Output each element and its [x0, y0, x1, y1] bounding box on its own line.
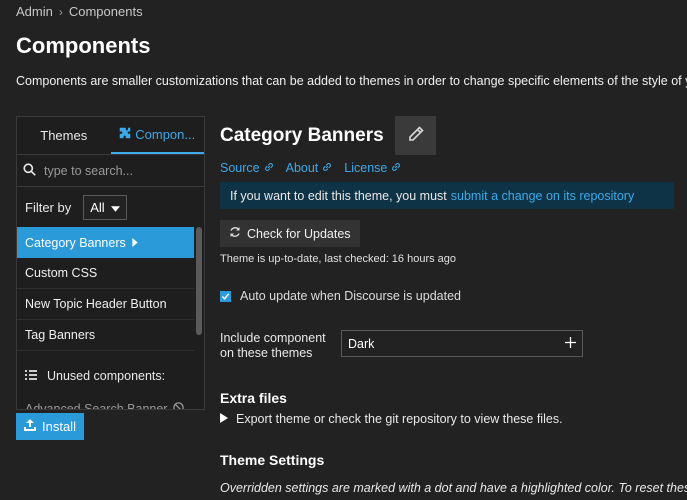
- auto-update-checkbox[interactable]: [220, 290, 231, 302]
- caret-right-icon: [132, 236, 138, 250]
- link-icon: [391, 161, 401, 175]
- filter-value: All: [90, 199, 105, 215]
- filter-row: Filter by All: [17, 187, 204, 227]
- extra-files-heading: Extra files: [220, 390, 287, 406]
- link-icon: [322, 161, 332, 175]
- list-item-label: Tag Banners: [25, 328, 96, 342]
- install-button[interactable]: Install: [16, 413, 84, 440]
- check-for-updates-button[interactable]: Check for Updates: [220, 220, 360, 247]
- search-input[interactable]: [44, 163, 194, 178]
- breadcrumb: Admin › Components: [16, 4, 143, 19]
- list-item-custom-css[interactable]: Custom CSS: [17, 258, 194, 289]
- auto-update-row: Auto update when Discourse is updated: [220, 289, 461, 303]
- source-link[interactable]: Source: [220, 161, 274, 175]
- include-themes-selector[interactable]: Dark: [341, 330, 583, 357]
- component-links: Source About License: [220, 161, 401, 175]
- include-themes-value: Dark: [348, 336, 375, 351]
- auto-update-label: Auto update when Discourse is updated: [240, 289, 461, 303]
- edit-notice-banner: If you want to edit this theme, you must…: [220, 182, 674, 209]
- license-link-label: License: [344, 161, 388, 175]
- theme-settings-description: Overridden settings are marked with a do…: [220, 481, 687, 495]
- list-item-label: Advanced Search Banner: [25, 401, 168, 410]
- list-item-new-topic-header-button[interactable]: New Topic Header Button: [17, 289, 194, 320]
- search-icon: [23, 162, 36, 179]
- ban-icon: [173, 401, 185, 409]
- breadcrumb-admin-link[interactable]: Admin: [16, 4, 53, 19]
- component-title: Category Banners: [220, 125, 384, 146]
- filter-dropdown[interactable]: All: [83, 194, 127, 220]
- source-link-label: Source: [220, 161, 260, 175]
- list-item-label: Custom CSS: [25, 266, 98, 280]
- list-icon: [25, 369, 37, 383]
- update-status-text: Theme is up-to-date, last checked: 16 ho…: [220, 253, 457, 265]
- upload-icon: [24, 419, 36, 434]
- about-link[interactable]: About: [286, 161, 333, 175]
- list-item-tag-banners[interactable]: Tag Banners: [17, 320, 194, 351]
- about-link-label: About: [285, 161, 319, 175]
- unused-components-label: Unused components:: [47, 369, 166, 383]
- edit-name-button[interactable]: [395, 116, 436, 155]
- extra-files-toggle[interactable]: Export theme or check the git repository…: [220, 412, 563, 426]
- install-label: Install: [42, 419, 76, 434]
- list-item-label: Category Banners: [25, 235, 126, 250]
- include-component-label: Include component on these themes: [220, 331, 326, 360]
- list-item-category-banners[interactable]: Category Banners: [17, 227, 194, 258]
- search-box: [17, 155, 204, 187]
- list-item-advanced-search-banner[interactable]: Advanced Search Banner: [17, 393, 194, 410]
- components-list-panel: Themes Compon... Filter by All Category …: [16, 116, 205, 410]
- puzzle-icon: [119, 127, 131, 142]
- tab-themes[interactable]: Themes: [17, 117, 111, 154]
- breadcrumb-current: Components: [68, 4, 143, 19]
- tab-components-label: Compon...: [135, 127, 196, 142]
- extra-files-description: Export theme or check the git repository…: [236, 412, 563, 426]
- list-item-label: New Topic Header Button: [25, 297, 167, 311]
- theme-settings-heading: Theme Settings: [220, 452, 325, 468]
- caret-right-icon: [220, 412, 228, 426]
- caret-down-icon: [110, 200, 120, 215]
- license-link[interactable]: License: [344, 161, 401, 175]
- list-scrollbar[interactable]: [196, 227, 202, 335]
- unused-components-header: Unused components:: [17, 359, 204, 393]
- page-title: Components: [16, 33, 151, 58]
- notice-text: If you want to edit this theme, you must: [230, 188, 447, 203]
- refresh-icon: [229, 226, 241, 241]
- plus-icon: [565, 336, 576, 351]
- chevron-right-icon: ›: [58, 4, 63, 19]
- submit-change-link[interactable]: submit a change on its repository: [451, 189, 634, 203]
- page-description: Components are smaller customizations th…: [16, 74, 687, 88]
- tab-themes-label: Themes: [40, 128, 88, 143]
- pencil-icon: [408, 126, 424, 145]
- components-list: Category Banners Custom CSS New Topic He…: [17, 227, 204, 410]
- panel-tabs: Themes Compon...: [17, 117, 204, 155]
- filter-label: Filter by: [25, 199, 72, 215]
- tab-components[interactable]: Compon...: [110, 117, 204, 154]
- link-icon: [264, 161, 274, 175]
- check-for-updates-label: Check for Updates: [247, 226, 351, 241]
